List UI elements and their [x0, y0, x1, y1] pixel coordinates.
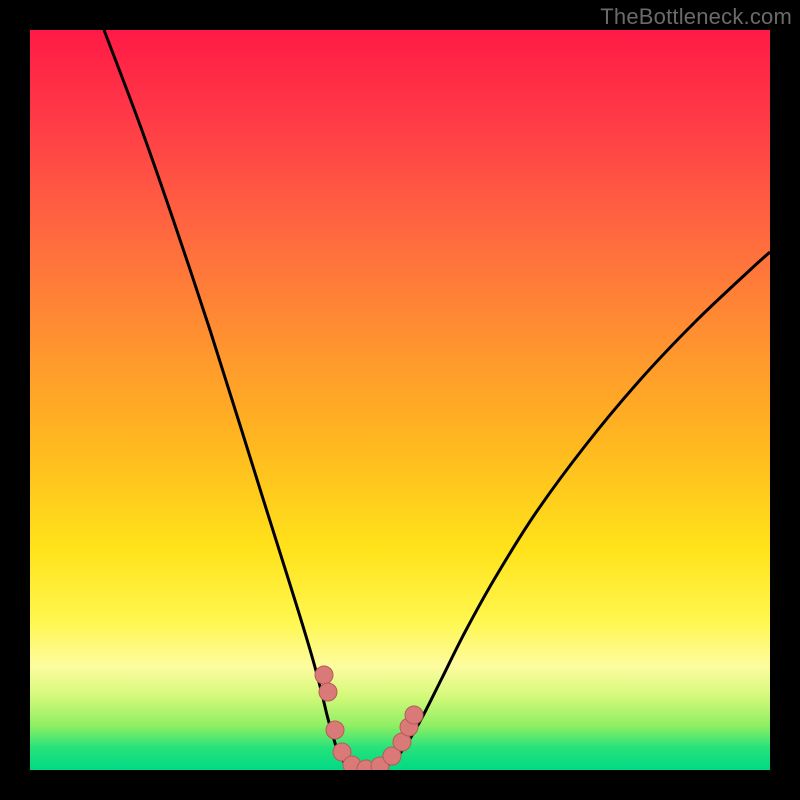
curve-marker: [383, 747, 401, 765]
curve-marker: [393, 733, 411, 751]
plot-area: [30, 30, 770, 770]
curve-left-branch: [104, 30, 366, 770]
curve-markers: [315, 666, 423, 770]
curve-marker: [400, 718, 418, 736]
curve-marker: [357, 760, 375, 770]
bottleneck-curve: [30, 30, 770, 770]
curve-marker: [315, 666, 333, 684]
curve-marker: [343, 756, 361, 770]
curve-marker: [405, 706, 423, 724]
curve-marker: [319, 683, 337, 701]
curve-marker: [371, 757, 389, 770]
curve-marker: [333, 743, 351, 761]
curve-right-branch: [366, 252, 770, 770]
curve-marker: [326, 721, 344, 739]
watermark-text: TheBottleneck.com: [600, 4, 792, 30]
chart-frame: TheBottleneck.com: [0, 0, 800, 800]
